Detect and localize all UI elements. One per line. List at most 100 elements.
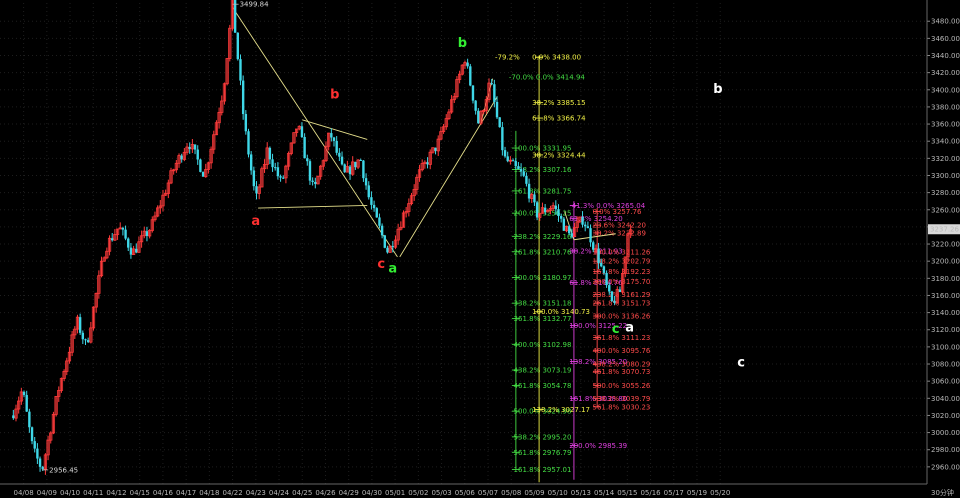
wave-label: a: [251, 214, 260, 229]
fib-level-label: 238.2% 3229.16: [514, 233, 572, 241]
x-tick-label: 04/15: [130, 489, 150, 497]
fib-level-label: 338.2% 3151.18: [514, 300, 572, 308]
x-tick-label: 04/23: [246, 489, 266, 497]
x-tick-label: 04/22: [222, 489, 242, 497]
candle-body-down: [567, 226, 571, 234]
candle-body-down: [501, 127, 504, 151]
x-tick-label: 05/14: [594, 489, 615, 497]
candle-body-down: [600, 262, 603, 267]
candle-body-down: [247, 131, 250, 155]
candle-body-down: [314, 181, 317, 184]
x-tick-label: 04/30: [362, 489, 382, 497]
candle-body-down: [378, 217, 381, 226]
candle-body-down: [466, 62, 469, 67]
candle-body-down: [511, 160, 515, 162]
candle-body-down: [477, 110, 480, 124]
x-tick-label: 05/20: [710, 489, 730, 497]
x-tick-label: 05/03: [431, 489, 451, 497]
x-tick-label: 05/09: [524, 489, 544, 497]
candle-body-down: [386, 247, 389, 253]
candle-body-down: [335, 140, 338, 153]
x-tick-label: 04/08: [14, 489, 34, 497]
wave-label: a: [388, 261, 397, 276]
y-tick-label: 3020.00: [931, 412, 960, 420]
y-tick-label: 3160.00: [931, 292, 960, 300]
y-tick-label: 3140.00: [931, 309, 960, 317]
candle-body-down: [610, 291, 614, 301]
y-tick-label: 3340.00: [931, 138, 960, 146]
fib-level-label: 361.8% 3111.23: [593, 334, 651, 342]
candle-body-down: [38, 458, 42, 467]
last-price-label: 3237.26: [930, 226, 959, 234]
x-tick-label: 04/12: [106, 489, 126, 497]
candle-body-down: [239, 59, 242, 81]
candle-body-down: [584, 224, 587, 227]
candle-body-down: [557, 209, 560, 217]
y-tick-label: 3280.00: [931, 189, 960, 197]
chart-canvas: 100.0% 3331.95138.2% 3307.16161.8% 3281.…: [0, 0, 960, 498]
y-tick-label: 3460.00: [931, 35, 960, 43]
x-tick-label: 05/17: [664, 489, 684, 497]
candle-body-down: [36, 448, 39, 459]
candle-body-down: [506, 156, 509, 162]
candle-body-down: [474, 100, 477, 111]
candle-body-down: [180, 155, 183, 160]
candle-body-down: [559, 216, 563, 219]
fib-level-label: 0.0% 3257.76: [593, 208, 643, 216]
wave-label: b: [713, 82, 722, 97]
y-tick-label: 3260.00: [931, 206, 960, 214]
y-tick-label: 3180.00: [931, 275, 960, 283]
candle-body-down: [514, 161, 517, 167]
candle-body-down: [372, 204, 376, 209]
candle-body-down: [268, 147, 272, 160]
candle-body-down: [199, 159, 202, 172]
candle-body-down: [525, 175, 528, 184]
fib-level-label: 361.8% 3132.77: [514, 315, 572, 323]
candle-body-down: [426, 162, 429, 165]
x-tick-label: 04/29: [339, 489, 359, 497]
candle-body-down: [244, 114, 248, 132]
candle-body-down: [605, 272, 608, 286]
wave-label: b: [458, 36, 467, 51]
wave-label: c: [377, 257, 385, 272]
fib-level-label: 200.0% 2985.39: [569, 442, 627, 450]
candle-body-down: [434, 147, 437, 151]
fib-level-label: 261.8% 3210.76: [514, 248, 572, 256]
candle-body-down: [364, 178, 368, 186]
wave-label: c: [612, 322, 620, 337]
x-tick-label: 04/09: [37, 489, 57, 497]
fib-level-label: 61.8% 3366.74: [532, 115, 586, 123]
fib-level-label: 300.0% 3180.97: [514, 274, 572, 282]
chart-background: [0, 0, 960, 498]
y-tick-label: 3080.00: [931, 361, 960, 369]
fib-level-label: 0.0% 3438.00: [532, 54, 581, 62]
candle-body-down: [86, 340, 90, 343]
fib-level-label: 100.0% 3140.73: [532, 308, 590, 316]
fib-level-label: 138.2% 3027.17: [532, 406, 590, 414]
candle-body-down: [517, 166, 520, 170]
y-tick-label: 3100.00: [931, 343, 960, 351]
x-tick-label: 04/25: [292, 489, 312, 497]
fib-level-label: 38.2% 3385.15: [532, 99, 585, 107]
y-tick-label: 3120.00: [931, 326, 960, 334]
candle-body-down: [274, 167, 277, 169]
x-tick-label: 05/15: [617, 489, 637, 497]
candle-body-down: [306, 158, 309, 162]
candle-body-down: [592, 242, 595, 250]
candle-body-down: [543, 207, 547, 212]
candle-body-down: [471, 85, 475, 101]
x-tick-label: 04/17: [176, 489, 196, 497]
candle-body-down: [30, 427, 34, 442]
wave-label: b: [330, 87, 339, 102]
candle-body-down: [129, 247, 133, 255]
candle-body-down: [359, 159, 362, 161]
candle-body-down: [124, 229, 127, 239]
x-tick-label: 04/26: [315, 489, 336, 497]
fib-level-label: 38.2% 3324.44: [532, 151, 586, 159]
candle-body-down: [380, 225, 384, 236]
candle-body-down: [33, 441, 36, 449]
fib-level-label: 400.0% 3102.98: [514, 341, 572, 349]
candle-body-down: [362, 160, 365, 179]
fib-level-label: 500.0% 3055.26: [593, 382, 651, 390]
candle-body-down: [41, 466, 44, 470]
